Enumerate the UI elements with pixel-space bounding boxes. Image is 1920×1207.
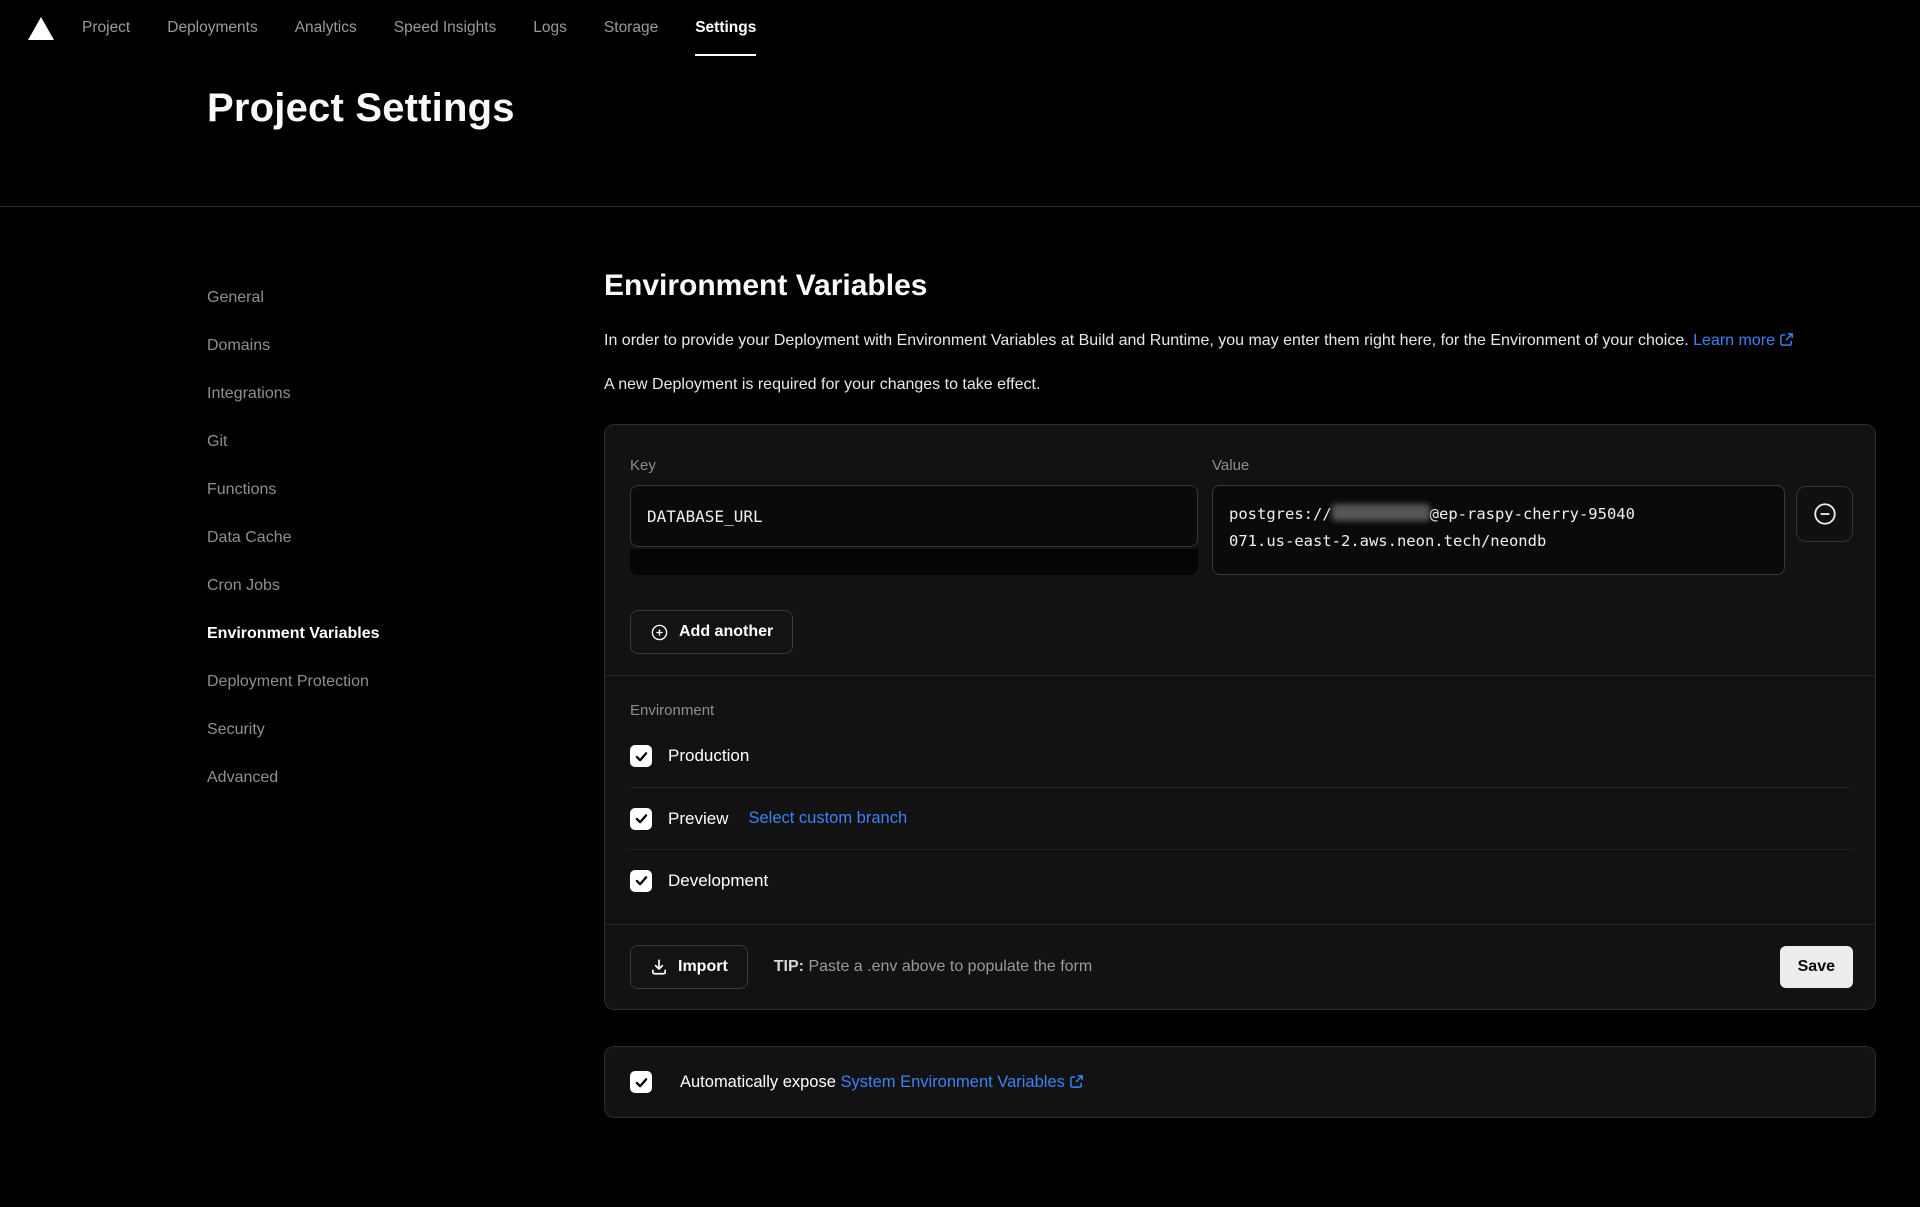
env-row-development: Development bbox=[630, 849, 1850, 911]
sidebar-item-integrations[interactable]: Integrations bbox=[207, 370, 604, 418]
development-checkbox[interactable] bbox=[630, 870, 652, 892]
tab-settings[interactable]: Settings bbox=[695, 0, 756, 56]
sidebar-item-advanced[interactable]: Advanced bbox=[207, 754, 604, 802]
key-label: Key bbox=[630, 457, 1198, 474]
minus-circle-icon bbox=[1812, 501, 1838, 527]
redacted-credentials bbox=[1332, 504, 1430, 521]
tab-logs[interactable]: Logs bbox=[533, 0, 567, 56]
auto-expose-text: Automatically expose System Environment … bbox=[680, 1073, 1084, 1092]
download-icon bbox=[650, 958, 668, 976]
tab-analytics[interactable]: Analytics bbox=[295, 0, 357, 56]
auto-expose-card: Automatically expose System Environment … bbox=[604, 1046, 1876, 1118]
top-navigation: Project Deployments Analytics Speed Insi… bbox=[0, 0, 1920, 56]
sidebar-item-environment-variables[interactable]: Environment Variables bbox=[207, 610, 604, 658]
sidebar-item-domains[interactable]: Domains bbox=[207, 322, 604, 370]
sidebar-item-general[interactable]: General bbox=[207, 274, 604, 322]
preview-checkbox[interactable] bbox=[630, 808, 652, 830]
plus-circle-icon bbox=[650, 623, 669, 642]
tab-project[interactable]: Project bbox=[82, 0, 130, 56]
learn-more-link[interactable]: Learn more bbox=[1693, 332, 1794, 349]
tip-text: TIP: Paste a .env above to populate the … bbox=[774, 958, 1092, 976]
import-button[interactable]: Import bbox=[630, 945, 748, 989]
sidebar-item-deployment-protection[interactable]: Deployment Protection bbox=[207, 658, 604, 706]
sidebar-item-cron-jobs[interactable]: Cron Jobs bbox=[207, 562, 604, 610]
select-custom-branch-link[interactable]: Select custom branch bbox=[748, 809, 907, 828]
value-input[interactable]: postgres://@ep-raspy-cherry-95040 071.us… bbox=[1212, 485, 1785, 575]
key-value-section: Key Value postgres://@ep-raspy-cherry-95… bbox=[605, 425, 1875, 596]
nav-tabs: Project Deployments Analytics Speed Insi… bbox=[82, 0, 756, 56]
sidebar-item-functions[interactable]: Functions bbox=[207, 466, 604, 514]
environment-label: Environment bbox=[630, 702, 1850, 719]
key-input[interactable] bbox=[630, 485, 1198, 547]
vercel-logo-icon[interactable] bbox=[27, 0, 55, 56]
system-env-variables-link[interactable]: System Environment Variables bbox=[841, 1073, 1084, 1091]
sidebar-item-data-cache[interactable]: Data Cache bbox=[207, 514, 604, 562]
card-footer: Import TIP: Paste a .env above to popula… bbox=[605, 924, 1875, 1009]
settings-sidebar: General Domains Integrations Git Functio… bbox=[207, 207, 604, 1158]
tab-deployments[interactable]: Deployments bbox=[167, 0, 257, 56]
auto-expose-checkbox[interactable] bbox=[630, 1071, 652, 1093]
section-description: In order to provide your Deployment with… bbox=[604, 325, 1876, 356]
remove-row-button[interactable] bbox=[1796, 486, 1853, 542]
tab-storage[interactable]: Storage bbox=[604, 0, 658, 56]
value-label: Value bbox=[1212, 457, 1785, 474]
page-title: Project Settings bbox=[207, 86, 1920, 131]
add-another-button[interactable]: Add another bbox=[630, 610, 793, 654]
sidebar-item-git[interactable]: Git bbox=[207, 418, 604, 466]
env-row-preview: Preview Select custom branch bbox=[630, 787, 1850, 849]
external-link-icon bbox=[1779, 332, 1794, 347]
main-panel: Environment Variables In order to provid… bbox=[604, 207, 1876, 1158]
key-input-extension bbox=[630, 549, 1198, 575]
page-header: Project Settings bbox=[0, 56, 1920, 207]
environment-section: Environment Production Preview Select cu bbox=[605, 676, 1875, 924]
external-link-icon bbox=[1069, 1074, 1084, 1089]
save-button[interactable]: Save bbox=[1780, 946, 1853, 988]
env-variables-card: Key Value postgres://@ep-raspy-cherry-95… bbox=[604, 424, 1876, 1010]
production-checkbox[interactable] bbox=[630, 745, 652, 767]
deployment-note: A new Deployment is required for your ch… bbox=[604, 376, 1876, 394]
content: General Domains Integrations Git Functio… bbox=[0, 207, 1920, 1158]
env-row-production: Production bbox=[630, 725, 1850, 787]
sidebar-item-security[interactable]: Security bbox=[207, 706, 604, 754]
section-heading: Environment Variables bbox=[604, 269, 1876, 303]
tab-speed-insights[interactable]: Speed Insights bbox=[394, 0, 497, 56]
